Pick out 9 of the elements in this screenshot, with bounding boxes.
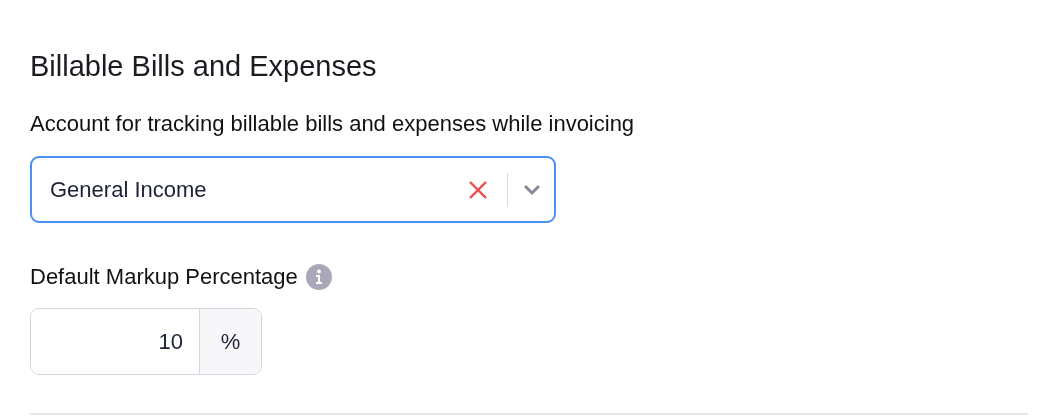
clear-icon[interactable] — [467, 178, 489, 201]
info-icon[interactable] — [305, 264, 332, 290]
field-label: Account for tracking billable bills and expenses while invoicing — [30, 110, 636, 138]
account-select[interactable]: General Income — [30, 156, 556, 223]
chevron-down-icon[interactable] — [522, 182, 542, 197]
percent-suffix: % — [200, 309, 261, 374]
section-title: Billable Bills and Expenses — [30, 49, 378, 84]
markup-field[interactable]: 10 % — [30, 308, 262, 375]
field-label: Default Markup Percentage — [30, 263, 298, 291]
